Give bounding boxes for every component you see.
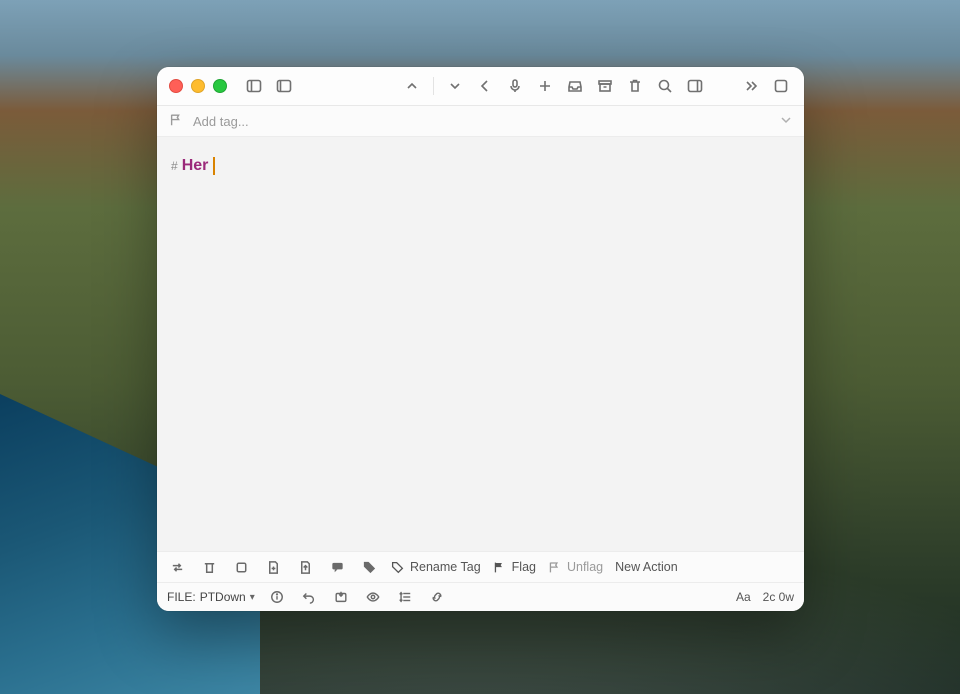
undo-icon[interactable] [299,587,319,607]
toggle-editor-only-icon[interactable] [273,75,295,97]
heading-marker: # [171,158,178,175]
trash-small-icon[interactable] [199,557,219,577]
next-note-icon[interactable] [444,75,466,97]
status-bar: FILE: PTDown ▾ Aa 2c 0w [157,582,804,611]
text-caret [213,157,215,175]
archive-icon[interactable] [594,75,616,97]
search-icon[interactable] [654,75,676,97]
flag-button[interactable]: Flag [493,560,536,574]
overflow-icon[interactable] [740,75,762,97]
action-bar: Rename Tag Flag Unflag New Action [157,551,804,582]
rename-tag-button[interactable]: Rename Tag [391,560,481,574]
file-picker[interactable]: FILE: PTDown ▾ [167,590,255,604]
file-add-icon[interactable] [263,557,283,577]
unflag-button[interactable]: Unflag [548,560,603,574]
file-export-icon[interactable] [295,557,315,577]
close-window-button[interactable] [169,79,183,93]
preview-icon[interactable] [363,587,383,607]
swap-icon[interactable] [167,557,187,577]
toggle-sidebar-right-icon[interactable] [684,75,706,97]
back-icon[interactable] [474,75,496,97]
microphone-icon[interactable] [504,75,526,97]
file-name: PTDown [200,590,246,604]
link-icon[interactable] [427,587,447,607]
flag-icon[interactable] [169,113,183,130]
line-spacing-icon[interactable] [395,587,415,607]
note-editor[interactable]: # Her [157,137,804,551]
char-word-count: 2c 0w [763,590,794,604]
minimize-window-button[interactable] [191,79,205,93]
unflag-label: Unflag [567,560,603,574]
new-action-label: New Action [615,560,678,574]
titlebar [157,67,804,106]
insert-icon[interactable] [331,587,351,607]
previous-note-icon[interactable] [401,75,423,97]
toggle-sidebar-left-icon[interactable] [243,75,265,97]
tag-small-icon[interactable] [359,557,379,577]
trash-icon[interactable] [624,75,646,97]
inbox-icon[interactable] [564,75,586,97]
notes-window: Add tag... # Her Rename Tag Flag Unflag [157,67,804,611]
tag-input-placeholder[interactable]: Add tag... [193,114,249,129]
stop-icon[interactable] [231,557,251,577]
collapse-tagbar-icon[interactable] [780,114,792,129]
rename-tag-label: Rename Tag [410,560,481,574]
zoom-window-button[interactable] [213,79,227,93]
flag-label: Flag [512,560,536,574]
popout-window-icon[interactable] [770,75,792,97]
comment-icon[interactable] [327,557,347,577]
note-heading-text[interactable]: Her [182,155,209,177]
new-action-button[interactable]: New Action [615,560,678,574]
new-note-icon[interactable] [534,75,556,97]
window-controls [169,79,227,93]
file-prefix: FILE: [167,590,196,604]
info-icon[interactable] [267,587,287,607]
text-style-indicator[interactable]: Aa [736,590,751,604]
tag-bar: Add tag... [157,106,804,137]
chevron-down-icon: ▾ [250,592,255,603]
